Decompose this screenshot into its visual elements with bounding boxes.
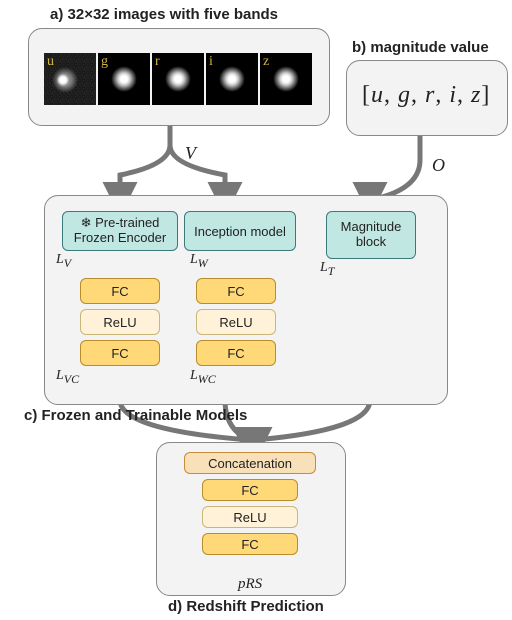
lwc-label: LWC bbox=[190, 368, 216, 387]
inc-relu: ReLU bbox=[196, 309, 276, 335]
inc-fc2: FC bbox=[196, 340, 276, 366]
enc-fc2: FC bbox=[80, 340, 160, 366]
band-i-label: i bbox=[209, 54, 213, 70]
enc-fc1: FC bbox=[80, 278, 160, 304]
encoder-block: ❄ Pre-trained Frozen Encoder bbox=[62, 211, 178, 251]
section-a-title: a) 32×32 images with five bands bbox=[50, 6, 278, 23]
inception-block: Inception model bbox=[184, 211, 296, 251]
lt-label: LT bbox=[320, 260, 334, 279]
band-z: z bbox=[260, 53, 312, 105]
band-i: i bbox=[206, 53, 258, 105]
edge-label-v: V bbox=[185, 143, 196, 164]
band-z-label: z bbox=[263, 54, 269, 70]
band-g: g bbox=[98, 53, 150, 105]
edge-label-o: O bbox=[432, 155, 445, 176]
pred-relu: ReLU bbox=[202, 506, 298, 528]
section-c-title: c) Frozen and Trainable Models bbox=[24, 407, 247, 424]
prs-label: pRS bbox=[238, 576, 262, 593]
lv-label: LV bbox=[56, 252, 71, 271]
band-u-label: u bbox=[47, 54, 54, 70]
section-d-title: d) Redshift Prediction bbox=[168, 598, 324, 615]
pred-fc2: FC bbox=[202, 533, 298, 555]
magnitude-block: Magnitude block bbox=[326, 211, 416, 259]
concat-block: Concatenation bbox=[184, 452, 316, 474]
band-r: r bbox=[152, 53, 204, 105]
band-u: u bbox=[44, 53, 96, 105]
pred-fc1: FC bbox=[202, 479, 298, 501]
band-g-label: g bbox=[101, 54, 108, 70]
magnitude-expression: [u, g, r, i, z] bbox=[362, 82, 490, 109]
lw-label: LW bbox=[190, 252, 208, 271]
lvc-label: LVC bbox=[56, 368, 79, 387]
band-r-label: r bbox=[155, 54, 160, 70]
band-row: u g r i z bbox=[44, 53, 312, 105]
inc-fc1: FC bbox=[196, 278, 276, 304]
enc-relu: ReLU bbox=[80, 309, 160, 335]
section-b-title: b) magnitude value bbox=[352, 39, 489, 56]
